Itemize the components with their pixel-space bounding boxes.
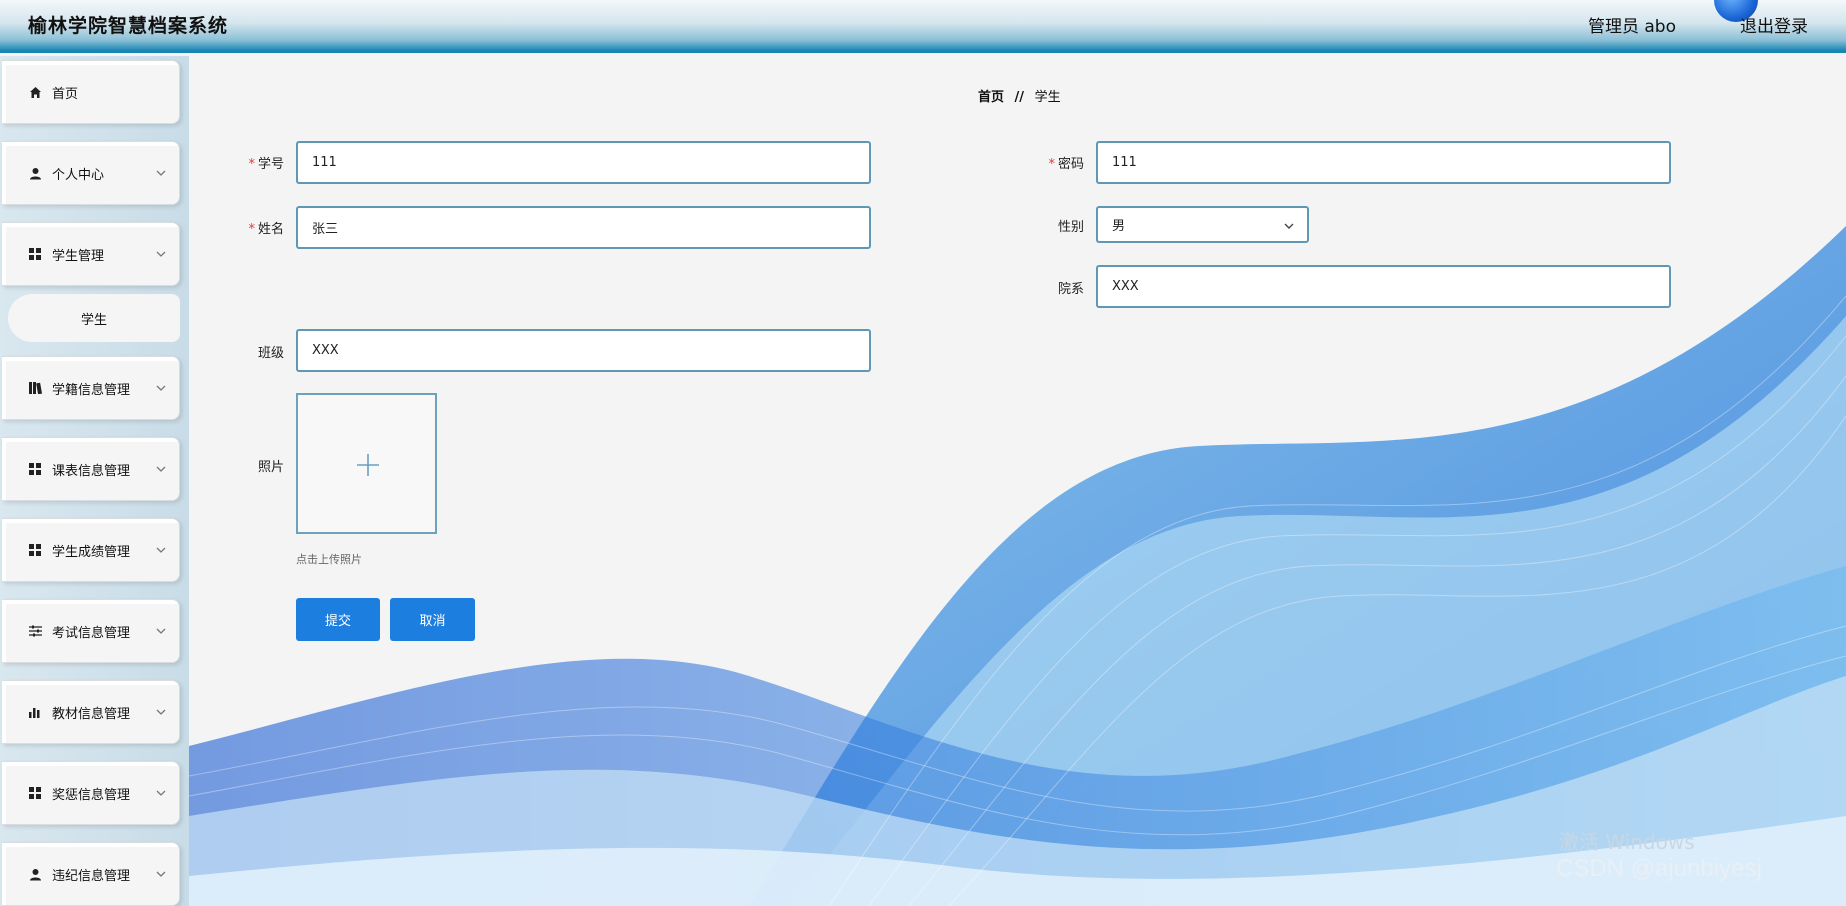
chevron-down-icon xyxy=(156,628,166,634)
sidebar-item-enrollment-management[interactable]: 学籍信息管理 xyxy=(2,356,180,420)
photo-upload[interactable] xyxy=(296,393,437,534)
class-label: 班级 xyxy=(257,346,284,361)
password-input[interactable] xyxy=(1096,141,1671,184)
chevron-down-icon xyxy=(1284,223,1294,229)
top-header: 榆林学院智慧档案系统 管理员 abo 退出登录 xyxy=(0,0,1846,53)
sidebar-item-timetable-management[interactable]: 课表信息管理 xyxy=(2,437,180,501)
gender-selected-value: 男 xyxy=(1112,219,1126,234)
plus-icon xyxy=(357,454,379,476)
grid-icon xyxy=(28,543,42,557)
submit-button[interactable]: 提交 xyxy=(296,598,380,641)
student-id-label-text: 学号 xyxy=(257,157,284,172)
gender-select[interactable]: 男 xyxy=(1096,206,1309,243)
breadcrumb-home[interactable]: 首页 xyxy=(978,90,1004,105)
sidebar-subitem-student[interactable]: 学生 xyxy=(8,294,180,342)
main-content: 首页 // 学生 *学号 *密码 *姓名 性别 男 院系 班级 照片 点击上传照… xyxy=(189,56,1846,906)
app-title: 榆林学院智慧档案系统 xyxy=(28,15,229,37)
sidebar-item-rewards-management[interactable]: 奖惩信息管理 xyxy=(2,761,180,825)
student-id-input[interactable] xyxy=(296,141,871,184)
sidebar-item-label: 奖惩信息管理 xyxy=(52,787,131,803)
sidebar-item-home[interactable]: 首页 xyxy=(2,60,180,124)
upload-hint: 点击上传照片 xyxy=(296,553,362,566)
book-icon xyxy=(28,381,42,395)
sidebar-item-label: 教材信息管理 xyxy=(52,706,131,722)
sidebar-item-label: 课表信息管理 xyxy=(52,463,131,479)
department-label: 院系 xyxy=(1057,282,1084,297)
breadcrumb-current: 学生 xyxy=(1034,90,1061,105)
logout-link[interactable]: 退出登录 xyxy=(1740,12,1808,37)
user-icon xyxy=(28,867,42,881)
required-mark: * xyxy=(1048,157,1055,172)
sidebar-item-grades-management[interactable]: 学生成绩管理 xyxy=(2,518,180,582)
sidebar-item-label: 首页 xyxy=(52,86,79,102)
grid-icon xyxy=(28,247,42,261)
name-label: * 姓名 xyxy=(204,218,284,237)
sidebar-item-label: 学籍信息管理 xyxy=(52,382,131,398)
chevron-down-icon xyxy=(156,547,166,553)
sidebar-item-label: 违纪信息管理 xyxy=(52,868,131,884)
sidebar-item-label: 学生成绩管理 xyxy=(52,544,131,560)
sidebar-item-label: 个人中心 xyxy=(52,167,105,183)
sidebar-item-discipline-management[interactable]: 违纪信息管理 xyxy=(2,842,180,906)
chevron-down-icon xyxy=(156,466,166,472)
photo-label: 照片 xyxy=(257,460,284,475)
gender-label: 性别 xyxy=(1057,220,1084,235)
name-input[interactable] xyxy=(296,206,871,249)
student-id-label: * 学号 xyxy=(204,153,284,172)
password-label-text: 密码 xyxy=(1057,157,1084,172)
sidebar-item-student-management[interactable]: 学生管理 xyxy=(2,222,180,286)
password-label: * 密码 xyxy=(1004,153,1084,172)
breadcrumb-separator: // xyxy=(1014,90,1025,105)
chevron-down-icon xyxy=(156,871,166,877)
bar-chart-icon xyxy=(28,705,42,719)
class-input[interactable] xyxy=(296,329,871,372)
chevron-down-icon xyxy=(156,170,166,176)
chevron-down-icon xyxy=(156,790,166,796)
sidebar-item-label: 学生管理 xyxy=(52,248,105,264)
chevron-down-icon xyxy=(156,709,166,715)
current-user: 管理员 abo xyxy=(1587,17,1676,37)
grid-icon xyxy=(28,786,42,800)
required-mark: * xyxy=(248,157,255,172)
department-input[interactable] xyxy=(1096,265,1671,308)
sidebar-item-textbook-management[interactable]: 教材信息管理 xyxy=(2,680,180,744)
sidebar-item-personal-center[interactable]: 个人中心 xyxy=(2,141,180,205)
grid-icon xyxy=(28,462,42,476)
name-label-text: 姓名 xyxy=(257,222,284,237)
cancel-button[interactable]: 取消 xyxy=(390,598,475,641)
chevron-down-icon xyxy=(156,251,166,257)
user-icon xyxy=(28,166,42,180)
breadcrumb: 首页 // 学生 xyxy=(978,86,1061,105)
csdn-watermark: CSDN @ajunbiyesj xyxy=(1556,855,1762,882)
home-icon xyxy=(28,85,42,99)
sidebar-item-exam-management[interactable]: 考试信息管理 xyxy=(2,599,180,663)
chevron-down-icon xyxy=(156,385,166,391)
required-mark: * xyxy=(248,222,255,237)
sliders-icon xyxy=(28,624,42,638)
sidebar-item-label: 考试信息管理 xyxy=(52,625,131,641)
sidebar: 首页 个人中心 学生管理 学生 学籍信息管理 课表信息管理 学生成绩管理 考试信… xyxy=(0,56,189,906)
windows-activation-watermark: 激活 Windows xyxy=(1559,830,1695,854)
